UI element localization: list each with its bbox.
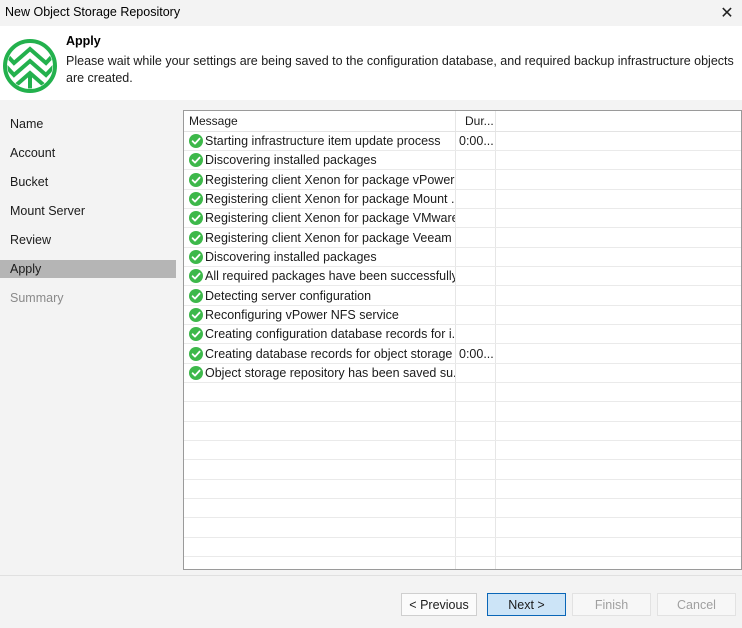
nav-item-summary: Summary bbox=[10, 291, 64, 305]
log-message: Object storage repository has been saved… bbox=[205, 365, 455, 380]
log-row[interactable]: All required packages have been successf… bbox=[184, 267, 741, 287]
check-circle-icon bbox=[189, 288, 203, 303]
log-row[interactable]: Discovering installed packages bbox=[184, 248, 741, 267]
log-message: Registering client Xenon for package VMw… bbox=[205, 211, 455, 226]
check-circle-icon bbox=[189, 307, 203, 322]
log-row[interactable]: Registering client Xenon for package vPo… bbox=[184, 171, 741, 190]
column-header-message[interactable]: Message bbox=[189, 114, 238, 128]
empty-row bbox=[184, 403, 741, 422]
log-message: Discovering installed packages bbox=[205, 249, 377, 264]
empty-row bbox=[184, 519, 741, 538]
empty-row bbox=[184, 441, 741, 461]
empty-row bbox=[184, 480, 741, 499]
log-duration: 0:00... bbox=[459, 346, 494, 361]
empty-row bbox=[184, 422, 741, 441]
log-message: Discovering installed packages bbox=[205, 153, 377, 168]
log-table[interactable]: Message Dur... Starting infrastructure i… bbox=[183, 110, 742, 570]
log-row[interactable]: Starting infrastructure item update proc… bbox=[184, 132, 741, 151]
wizard-header: Apply Please wait while your settings ar… bbox=[0, 26, 742, 100]
wizard-steps-nav: Name Account Bucket Mount Server Review Apply… bbox=[0, 100, 176, 575]
veeam-logo-icon bbox=[3, 39, 57, 93]
nav-item-name[interactable]: Name bbox=[0, 115, 176, 133]
check-circle-icon bbox=[189, 230, 203, 245]
log-table-header: Message Dur... bbox=[184, 111, 741, 132]
check-circle-icon bbox=[189, 211, 203, 226]
empty-row bbox=[184, 557, 741, 569]
nav-item-bucket[interactable]: Bucket bbox=[0, 173, 176, 191]
wizard-footer: < Previous Next > Finish Cancel bbox=[0, 575, 742, 628]
check-circle-icon bbox=[189, 327, 203, 342]
log-row[interactable]: Object storage repository has been saved… bbox=[184, 364, 741, 383]
nav-item-mount-server[interactable]: Mount Server bbox=[0, 202, 176, 220]
previous-button[interactable]: < Previous bbox=[401, 593, 477, 616]
check-circle-icon bbox=[189, 191, 203, 206]
log-message: Creating database records for object sto… bbox=[205, 346, 455, 361]
log-row[interactable]: Discovering installed packages bbox=[184, 151, 741, 171]
check-circle-icon bbox=[189, 249, 203, 264]
log-row[interactable]: Registering client Xenon for package Mou… bbox=[184, 190, 741, 209]
check-circle-icon bbox=[189, 269, 203, 284]
log-message: Creating configuration database records … bbox=[205, 327, 455, 342]
window-title: New Object Storage Repository bbox=[5, 5, 181, 19]
cancel-button: Cancel bbox=[657, 593, 736, 616]
page-title: Apply bbox=[66, 34, 101, 48]
nav-item-account[interactable]: Account bbox=[0, 144, 176, 162]
check-circle-icon bbox=[189, 365, 203, 380]
next-button[interactable]: Next > bbox=[487, 593, 566, 616]
empty-row bbox=[184, 538, 741, 557]
log-row[interactable]: Registering client Xenon for package VMw… bbox=[184, 209, 741, 229]
empty-row bbox=[184, 383, 741, 403]
log-row[interactable]: Detecting server configuration bbox=[184, 287, 741, 306]
page-description: Please wait while your settings are bein… bbox=[66, 54, 734, 85]
log-message: Reconfiguring vPower NFS service bbox=[205, 307, 399, 322]
log-row[interactable]: Creating configuration database records … bbox=[184, 325, 741, 345]
window-titlebar: New Object Storage Repository ✕ bbox=[0, 0, 742, 26]
log-row[interactable]: Registering client Xenon for package Vee… bbox=[184, 229, 741, 248]
log-message: Registering client Xenon for package vPo… bbox=[205, 172, 455, 187]
log-row[interactable]: Creating database records for object sto… bbox=[184, 345, 741, 364]
check-circle-icon bbox=[189, 153, 203, 168]
column-header-duration[interactable]: Dur... bbox=[465, 114, 494, 128]
log-message: Starting infrastructure item update proc… bbox=[205, 134, 441, 148]
nav-item-review[interactable]: Review bbox=[0, 231, 176, 249]
log-message: Detecting server configuration bbox=[205, 288, 372, 303]
empty-row bbox=[184, 499, 741, 519]
log-duration: 0:00... bbox=[459, 134, 494, 148]
empty-row bbox=[184, 461, 741, 480]
close-icon[interactable]: ✕ bbox=[718, 3, 736, 23]
nav-item-apply[interactable]: Apply bbox=[0, 260, 176, 278]
log-message: Registering client Xenon for package Vee… bbox=[205, 230, 455, 245]
log-row[interactable]: Reconfiguring vPower NFS service bbox=[184, 306, 741, 325]
finish-button: Finish bbox=[572, 593, 651, 616]
log-message: All required packages have been successf… bbox=[205, 269, 455, 284]
log-message: Registering client Xenon for package Mou… bbox=[205, 191, 455, 206]
check-circle-icon bbox=[189, 172, 203, 187]
check-circle-icon bbox=[189, 346, 203, 361]
check-circle-icon bbox=[189, 134, 203, 148]
